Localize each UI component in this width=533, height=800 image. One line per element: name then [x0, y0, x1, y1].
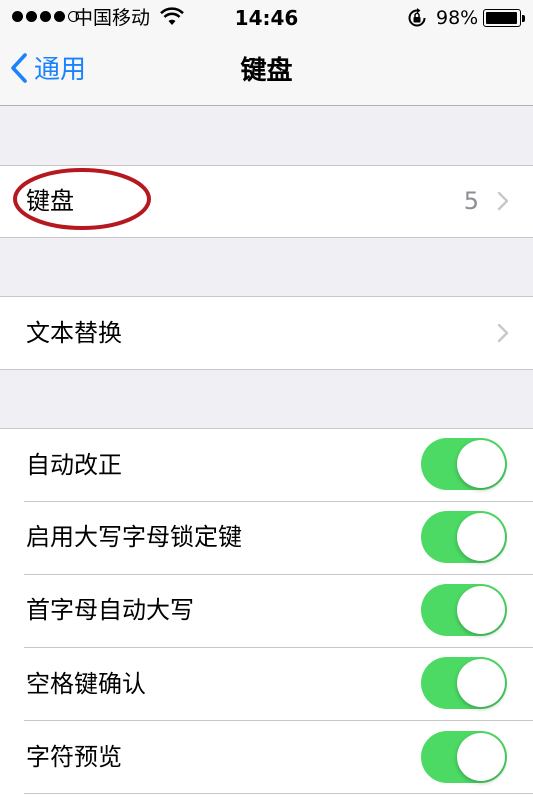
toggle-knob [457, 440, 505, 488]
battery-fill [486, 12, 518, 24]
battery-cap [522, 15, 525, 22]
character-preview-toggle[interactable] [421, 731, 507, 783]
caps-lock-toggle[interactable] [421, 511, 507, 563]
rotation-lock-icon [406, 7, 428, 33]
chevron-right-icon [497, 323, 509, 347]
section-divider [0, 369, 533, 370]
chevron-right-icon [497, 191, 509, 215]
page-title: 键盘 [240, 56, 293, 86]
text-replacement-label: 文本替换 [26, 319, 122, 347]
status-bar: 中国移动 14:46 98% [0, 0, 533, 36]
toggle-knob [457, 733, 505, 781]
row-separator [24, 647, 533, 648]
space-shortcut-label: 空格键确认 [26, 670, 146, 698]
navigation-bar: 通用 键盘 [0, 36, 533, 106]
auto-capitalization-label: 首字母自动大写 [26, 596, 194, 624]
text-replacement-row[interactable]: 文本替换 [0, 297, 533, 369]
caps-lock-label: 启用大写字母锁定键 [26, 523, 242, 551]
toggle-knob [457, 659, 505, 707]
auto-correction-label: 自动改正 [26, 451, 122, 479]
auto-capitalization-toggle[interactable] [421, 584, 507, 636]
auto-correction-toggle[interactable] [421, 438, 507, 490]
space-shortcut-toggle[interactable] [421, 657, 507, 709]
toggle-knob [457, 513, 505, 561]
section-divider [0, 237, 533, 238]
row-separator [24, 720, 533, 721]
toggle-knob [457, 586, 505, 634]
battery-percent: 98% [436, 7, 479, 29]
toggle-group: 自动改正 启用大写字母锁定键 首字母自动大写 空格键确认 字符预览 [0, 429, 533, 800]
row-separator [24, 793, 533, 794]
settings-screen: 中国移动 14:46 98% 通用 键盘 键盘 5 文本替换 自动改正 启用大写… [0, 0, 533, 800]
battery-icon [483, 9, 521, 27]
row-separator [24, 574, 533, 575]
character-preview-label: 字符预览 [26, 743, 122, 771]
keyboards-label: 键盘 [26, 187, 74, 215]
row-separator [24, 501, 533, 502]
keyboards-row[interactable]: 键盘 5 [0, 166, 533, 237]
keyboards-count: 5 [463, 187, 479, 215]
